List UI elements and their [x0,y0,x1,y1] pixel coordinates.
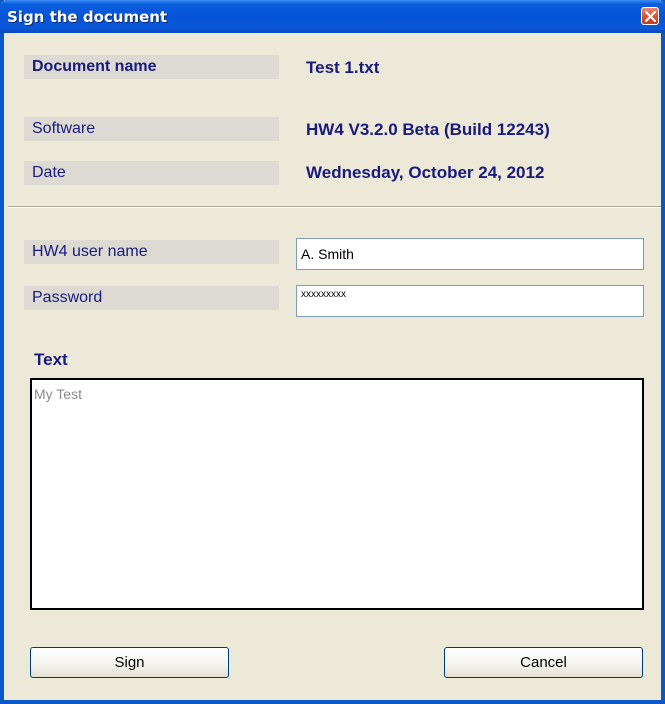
software-value: HW4 V3.2.0 Beta (Build 12243) [306,120,550,139]
software-label: Software [24,117,279,141]
username-label: HW4 user name [24,240,279,264]
password-label: Password [24,286,279,310]
close-icon [645,11,656,22]
document-name-value: Test 1.txt [306,58,380,77]
sign-button[interactable]: Sign [30,647,229,678]
text-area[interactable]: My Test [30,378,644,610]
document-name-label: Document name [24,55,279,79]
window-title: Sign the document [7,8,168,26]
username-field[interactable]: A. Smith [296,238,644,270]
date-value: Wednesday, October 24, 2012 [306,163,545,182]
title-bar[interactable]: Sign the document [0,0,665,33]
password-field[interactable]: xxxxxxxxx [296,285,644,317]
date-label: Date [24,161,279,185]
section-divider [8,206,661,208]
sign-document-dialog: Sign the document Document name Test 1.t… [0,0,665,704]
cancel-button[interactable]: Cancel [444,647,643,678]
close-button[interactable] [641,7,659,25]
text-heading: Text [34,350,68,369]
